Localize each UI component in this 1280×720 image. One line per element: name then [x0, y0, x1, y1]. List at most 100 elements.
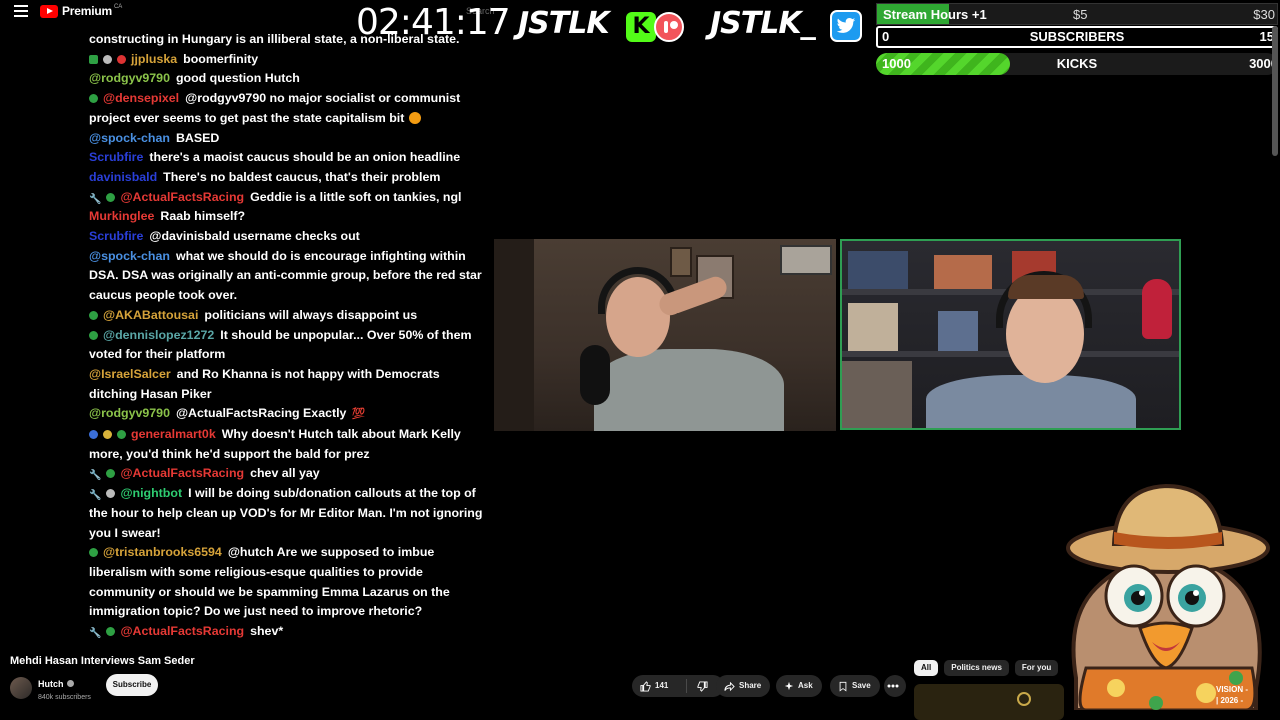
chat-username[interactable]: jjpluska	[131, 52, 177, 66]
host-torso	[594, 349, 784, 431]
chat-username[interactable]: @rodgyv9790	[89, 71, 170, 85]
green-chat-badge-icon	[106, 627, 116, 637]
hamburger-menu-icon[interactable]	[14, 5, 28, 17]
like-dislike-group: 141	[632, 675, 724, 697]
subscriber-count: 840k subscribers	[38, 694, 91, 701]
share-label: Share	[739, 681, 762, 690]
kick-logo-icon: K	[626, 12, 656, 42]
more-actions-button[interactable]	[884, 675, 906, 697]
youtube-brand-text: Premium	[62, 4, 112, 18]
chat-message: Murkinglee Raab himself?	[89, 207, 491, 227]
moderator-wrench-icon: 🔧	[89, 470, 102, 482]
sparkle-icon	[784, 681, 794, 691]
wall-plaque	[780, 245, 832, 275]
book-colorful	[938, 311, 978, 351]
chat-message: @dennislopez1272 It should be unpopular..…	[89, 326, 491, 365]
dislike-button[interactable]	[687, 680, 712, 692]
next-video-title[interactable]: VISION - | 2026 -	[1216, 684, 1280, 706]
subscribers-goal-label: SUBSCRIBERS	[1029, 29, 1125, 44]
chat-username[interactable]: @IsraelSalcer	[89, 367, 171, 381]
chat-username[interactable]: @ActualFactsRacing	[120, 190, 244, 204]
chip-politics-news[interactable]: Politics news	[944, 660, 1009, 676]
gold-chat-badge-icon	[103, 430, 112, 440]
youtube-logo[interactable]: Premium CA	[40, 4, 122, 18]
book-hazard	[848, 251, 908, 289]
chat-message-text: there's a maoist caucus should be an oni…	[149, 150, 461, 165]
green-chat-badge-icon	[106, 192, 116, 202]
chat-message: @IsraelSalcer and Ro Khanna is not happy …	[89, 365, 491, 404]
chat-username[interactable]: @spock-chan	[89, 249, 170, 263]
stream-hours-mid-value: $5	[1073, 7, 1088, 22]
chat-message: Scrubfire there's a maoist caucus should …	[89, 148, 491, 168]
video-title: Mehdi Hasan Interviews Sam Seder	[10, 655, 195, 667]
chat-message-text: chev all yay	[250, 466, 320, 481]
guest-torso	[926, 375, 1136, 428]
chat-username[interactable]: @densepixel	[103, 91, 179, 105]
chat-username[interactable]: @dennislopez1272	[103, 328, 214, 342]
chat-message: generalmart0k Why doesn't Hutch talk abou…	[89, 425, 491, 464]
chat-message: jjpluska boomerfinity	[89, 50, 491, 70]
red-chat-badge-icon	[117, 54, 126, 64]
shelf-bottom-left	[842, 361, 912, 428]
chat-username[interactable]: @AKABattousai	[103, 308, 198, 322]
chat-username[interactable]: @ActualFactsRacing	[120, 466, 244, 480]
ask-button[interactable]: Ask	[776, 675, 822, 697]
jstlk-twitter-handle-text: JSTLK_	[710, 6, 816, 41]
gray-chat-badge-icon	[106, 489, 116, 499]
book-stack	[934, 255, 992, 289]
chat-message: @rodgyv9790 good question Hutch	[89, 69, 491, 89]
chat-message: 🔧 @ActualFactsRacing Geddie is a little so…	[89, 188, 491, 208]
chat-username[interactable]: davinisbald	[89, 170, 157, 184]
wall-frame	[670, 247, 692, 277]
chat-message: davinisbald There's no baldest caucus, th…	[89, 168, 491, 188]
host-microphone	[580, 345, 610, 405]
chat-username[interactable]: @nightbot	[120, 486, 182, 500]
room-doorway	[494, 239, 534, 431]
chat-username[interactable]: @spock-chan	[89, 131, 170, 145]
channel-name[interactable]: Hutch	[38, 679, 64, 689]
moderator-wrench-icon: 🔧	[89, 490, 102, 502]
chat-message-text: There's no baldest caucus, that's their …	[163, 169, 441, 184]
next-video-thumbnail[interactable]	[914, 684, 1064, 720]
more-dots-icon	[887, 684, 899, 688]
chat-username[interactable]: @ActualFactsRacing	[120, 624, 244, 638]
chat-message-text: Geddie is a little soft on tankies, ngl	[250, 189, 462, 204]
chat-message: @AKABattousai politicians will always dis…	[89, 306, 491, 326]
chat-message-text: Raab himself?	[160, 209, 246, 224]
share-arrow-icon	[724, 681, 735, 691]
guest-hair	[1008, 275, 1084, 299]
channel-info[interactable]: Hutch 840k subscribers	[10, 674, 91, 701]
save-button[interactable]: Save	[830, 675, 880, 697]
subscribe-button[interactable]: Subscribe	[106, 674, 158, 696]
like-count: 141	[655, 681, 669, 690]
chat-message: @densepixel @rodgyv9790 no major socialis…	[89, 89, 491, 128]
chat-message: constructing in Hungary is an illiberal …	[89, 30, 491, 50]
chip-for-you[interactable]: For you	[1014, 660, 1059, 676]
hundred-emoji-icon: 💯	[351, 408, 366, 421]
chat-username[interactable]: Scrubfire	[89, 229, 143, 243]
chat-username[interactable]: @tristanbrooks6594	[103, 545, 222, 559]
chat-username[interactable]: Scrubfire	[89, 150, 143, 164]
chat-username[interactable]: generalmart0k	[131, 427, 216, 441]
thumbnail-logo-icon	[1017, 692, 1031, 706]
chat-username[interactable]: @rodgyv9790	[89, 406, 170, 420]
channel-avatar[interactable]	[10, 676, 32, 699]
green-chat-badge-icon	[106, 469, 116, 479]
thumbs-up-icon	[640, 680, 651, 692]
like-button[interactable]: 141	[632, 679, 687, 693]
bookmark-icon	[839, 681, 847, 691]
moderator-wrench-icon: 🔧	[89, 628, 102, 640]
page-scrollbar[interactable]	[1272, 26, 1278, 156]
chat-message: @spock-chan what we should do is encourag…	[89, 247, 491, 306]
chat-message: Scrubfire @davinisbald username checks ou…	[89, 227, 491, 247]
chat-username[interactable]: Murkinglee	[89, 209, 154, 223]
save-label: Save	[852, 681, 871, 690]
subscribers-goal-bar: 0 SUBSCRIBERS 15	[876, 26, 1278, 48]
chat-message: 🔧 @ActualFactsRacing shev*	[89, 622, 491, 642]
check-chat-badge-icon	[89, 54, 98, 64]
chip-all[interactable]: All	[914, 660, 939, 676]
green-chat-badge-icon	[89, 310, 98, 320]
share-button[interactable]: Share	[716, 675, 770, 697]
patreon-logo-icon	[654, 12, 684, 42]
chat-message: 🔧 @ActualFactsRacing chev all yay	[89, 464, 491, 484]
